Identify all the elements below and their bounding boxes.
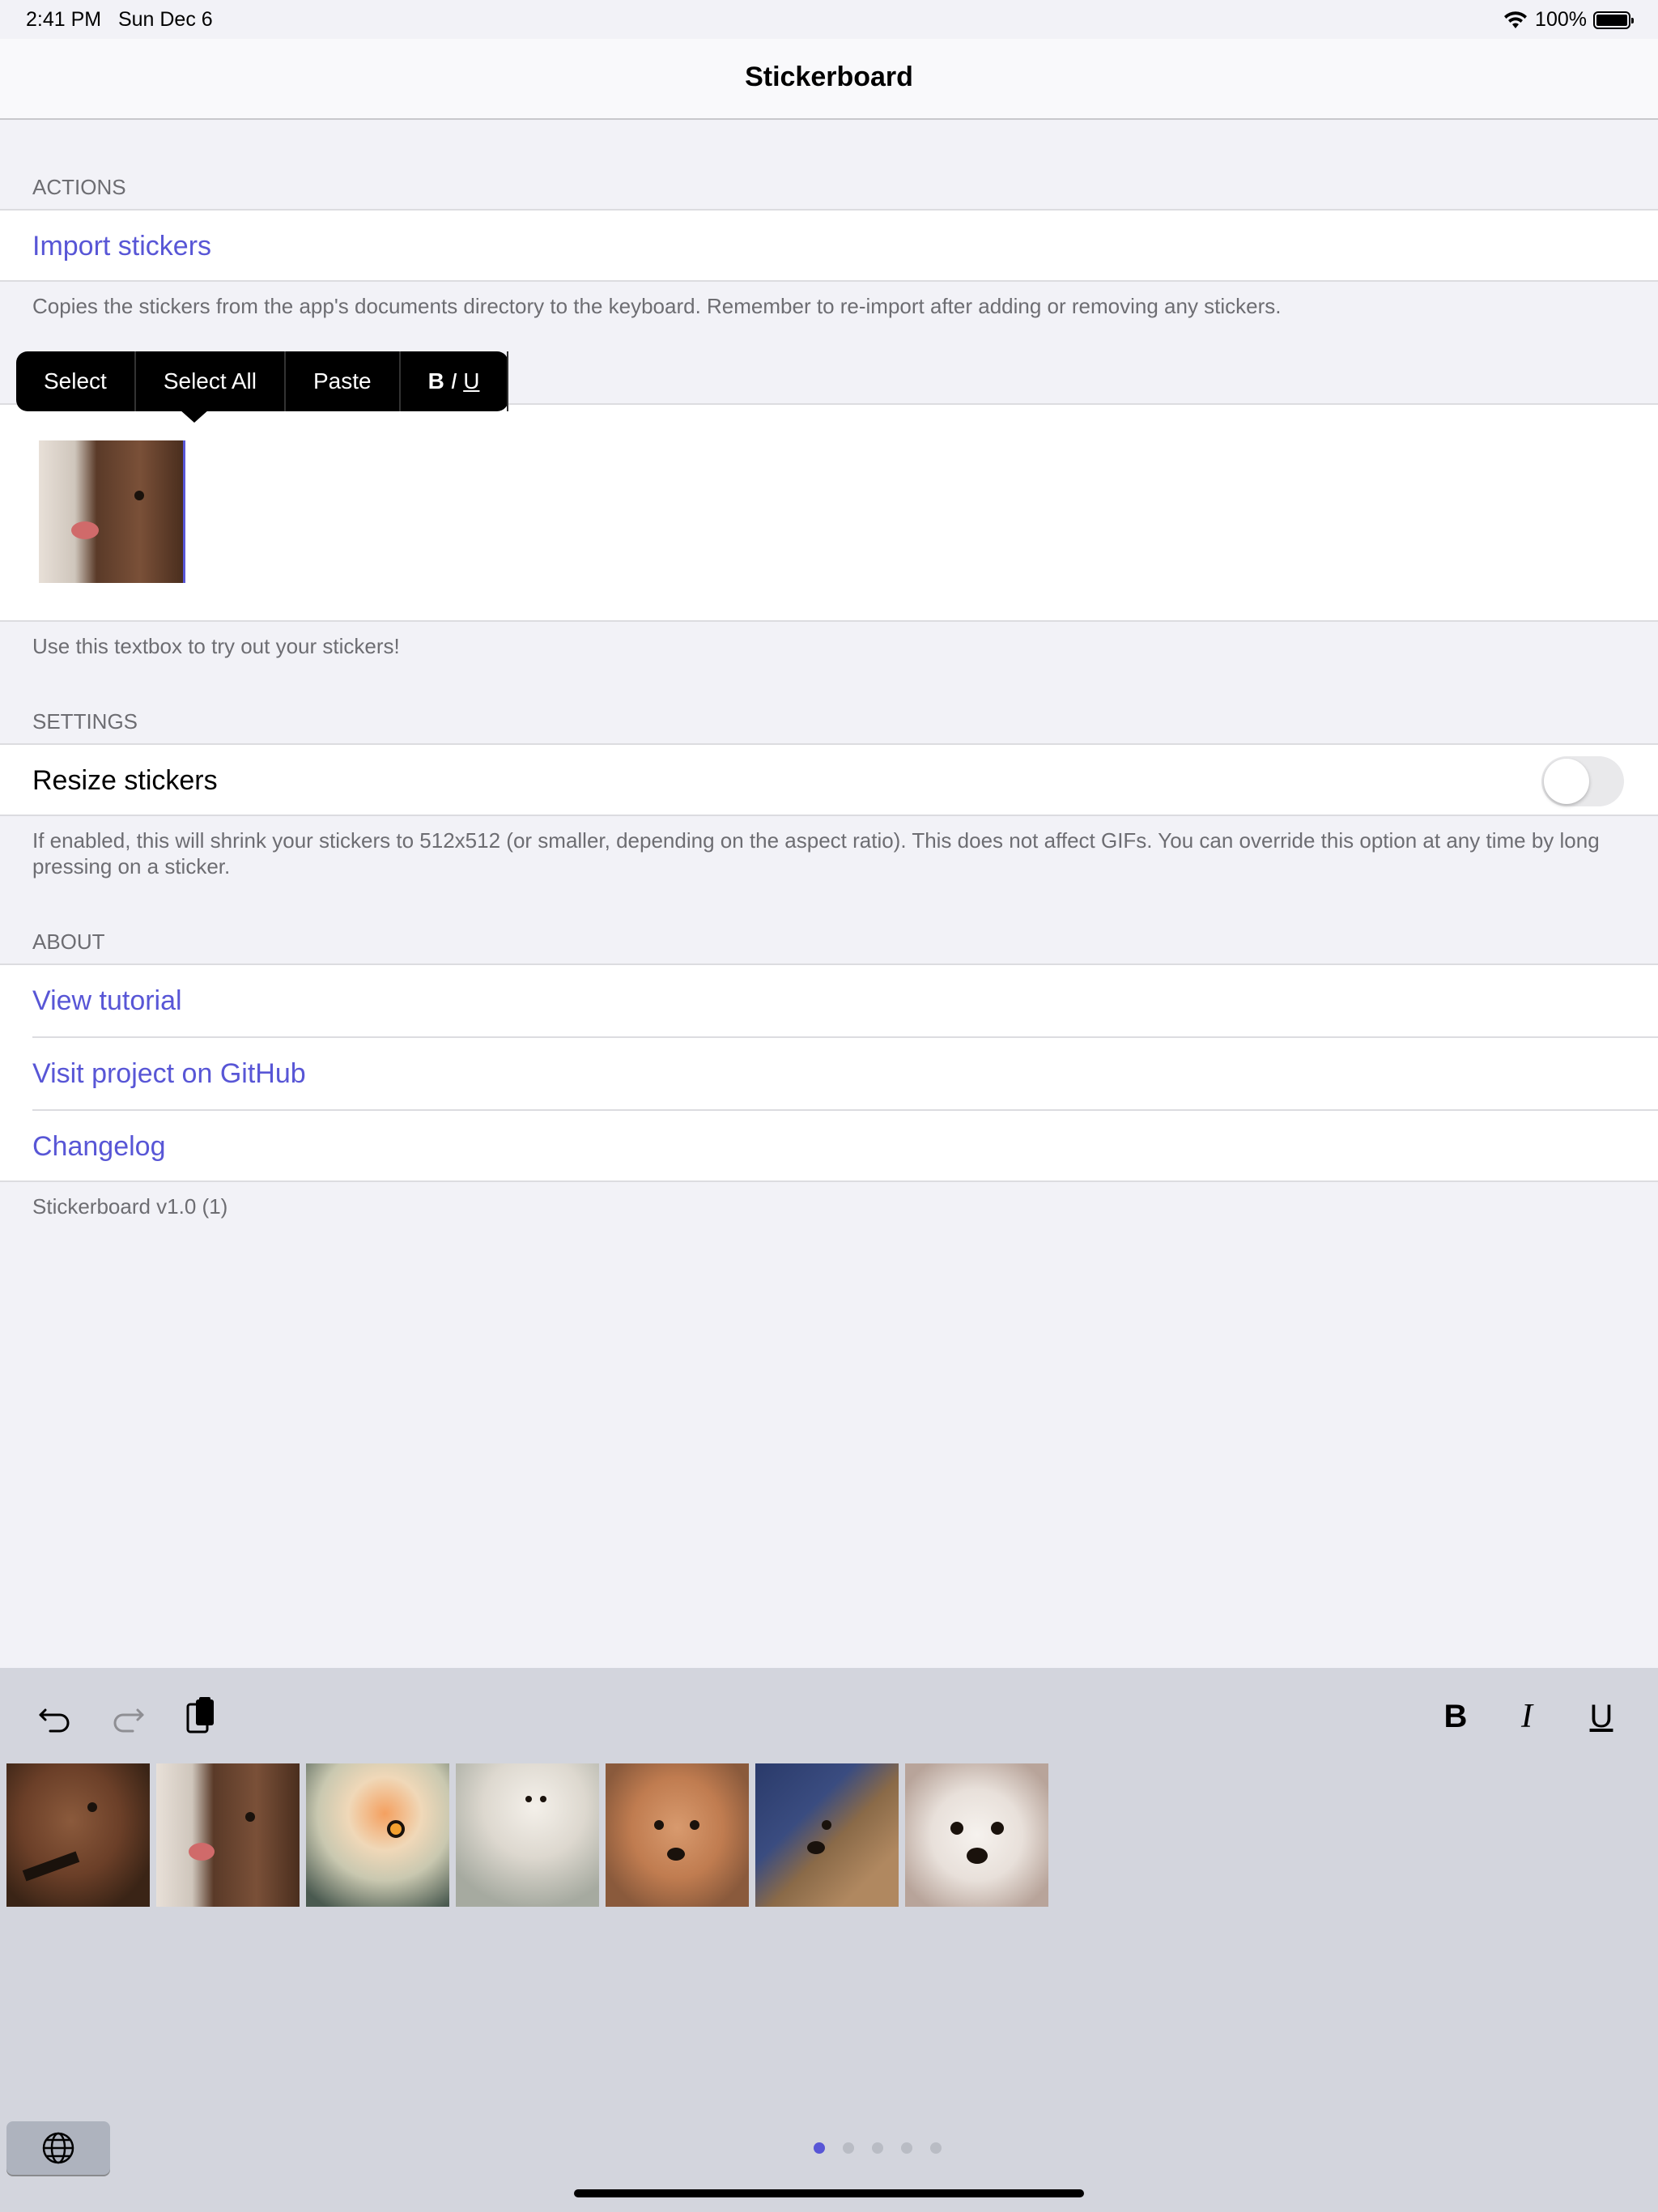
menu-paste[interactable]: Paste — [286, 351, 401, 411]
page-dot[interactable] — [872, 2142, 883, 2154]
status-right: 100% — [1503, 8, 1634, 32]
sticker-thumbnail[interactable] — [456, 1763, 599, 1907]
menu-select[interactable]: Select — [16, 351, 136, 411]
section-header-actions: ACTIONS — [32, 175, 126, 199]
toggle-knob — [1544, 759, 1589, 804]
version-label: Stickerboard v1.0 (1) — [32, 1194, 228, 1219]
page-dot[interactable] — [930, 2142, 942, 2154]
inserted-sticker-image — [39, 440, 183, 583]
page-dot[interactable] — [843, 2142, 854, 2154]
import-footer: Copies the stickers from the app's docum… — [32, 294, 1282, 318]
status-bar: 2:41 PM Sun Dec 6 100% — [0, 0, 1658, 39]
textbox-footer: Use this textbox to try out your sticker… — [32, 634, 400, 658]
page-indicator[interactable] — [814, 2142, 942, 2154]
sticker-keyboard — [0, 1668, 1658, 2212]
status-time: 2:41 PM Sun Dec 6 — [26, 8, 213, 31]
wifi-icon — [1504, 11, 1528, 28]
italic-icon[interactable]: I — [1503, 1692, 1551, 1741]
underline-icon[interactable]: U — [1577, 1692, 1626, 1741]
text-cursor — [183, 440, 185, 583]
actions-group: Import stickers — [0, 209, 1658, 282]
sticker-strip — [6, 1763, 1048, 1907]
sticker-textbox[interactable] — [0, 403, 1658, 622]
home-indicator[interactable] — [574, 2189, 1084, 2197]
format-italic: I — [450, 368, 457, 393]
page-dot[interactable] — [901, 2142, 912, 2154]
github-link[interactable]: Visit project on GitHub — [0, 1038, 1658, 1109]
globe-key[interactable] — [6, 2121, 110, 2175]
sticker-thumbnail[interactable] — [755, 1763, 899, 1907]
redo-icon[interactable] — [104, 1692, 152, 1741]
resize-stickers-toggle[interactable] — [1541, 756, 1624, 806]
page-title: Stickerboard — [745, 62, 913, 92]
menu-select-all[interactable]: Select All — [136, 351, 286, 411]
settings-group: Resize stickers — [0, 743, 1658, 816]
page-dot[interactable] — [814, 2142, 825, 2154]
section-header-settings: SETTINGS — [32, 709, 138, 734]
section-header-about: ABOUT — [32, 929, 105, 954]
menu-format[interactable]: B I U — [401, 351, 509, 411]
about-group: View tutorial Visit project on GitHub Ch… — [0, 963, 1658, 1182]
battery-percent: 100% — [1535, 8, 1587, 31]
bold-icon[interactable]: B — [1431, 1692, 1480, 1741]
import-stickers-button[interactable]: Import stickers — [0, 211, 1658, 282]
battery-icon — [1593, 11, 1634, 29]
edit-menu: Select Select All Paste B I U — [16, 351, 509, 423]
view-tutorial-link[interactable]: View tutorial — [0, 965, 1658, 1036]
resize-stickers-label: Resize stickers — [32, 764, 218, 796]
menu-pointer — [180, 410, 209, 423]
sticker-thumbnail[interactable] — [905, 1763, 1048, 1907]
sticker-thumbnail[interactable] — [606, 1763, 749, 1907]
navigation-bar: Stickerboard — [0, 39, 1658, 120]
format-underline: U — [463, 368, 480, 393]
globe-icon — [42, 2132, 74, 2164]
paste-icon[interactable] — [176, 1692, 225, 1741]
undo-icon[interactable] — [31, 1692, 79, 1741]
format-bold: B — [427, 368, 444, 393]
resize-footer: If enabled, this will shrink your sticke… — [32, 828, 1600, 878]
sticker-thumbnail[interactable] — [306, 1763, 449, 1907]
sticker-thumbnail[interactable] — [156, 1763, 300, 1907]
changelog-link[interactable]: Changelog — [0, 1111, 1658, 1182]
sticker-thumbnail[interactable] — [6, 1763, 150, 1907]
